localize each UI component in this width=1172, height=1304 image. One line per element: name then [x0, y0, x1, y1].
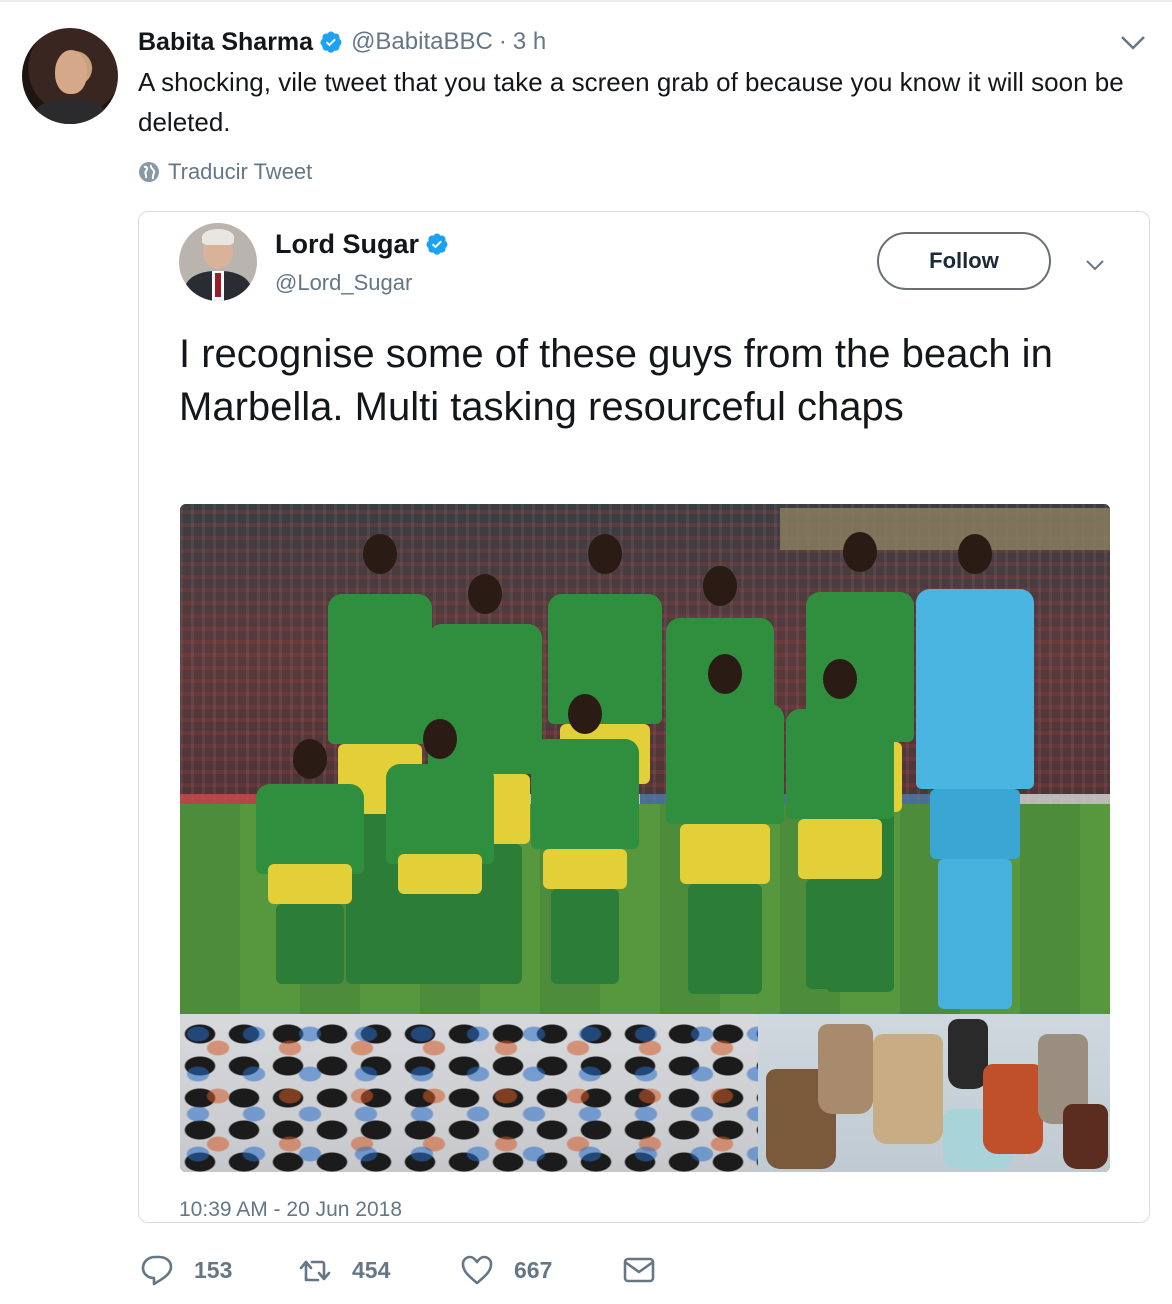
like-button[interactable]: 667: [460, 1250, 552, 1290]
embedded-avatar[interactable]: [179, 223, 257, 301]
player: [250, 739, 370, 989]
like-count: 667: [514, 1256, 553, 1283]
player: [525, 694, 645, 994]
embedded-tweet-text: I recognise some of these guys from the …: [179, 332, 1053, 429]
reply-count: 153: [194, 1256, 233, 1283]
tweet-time[interactable]: 3 h: [513, 28, 546, 56]
globe-icon: [139, 162, 159, 182]
tweet-actions: 153 454 667: [140, 1250, 700, 1290]
sunglasses-display: [180, 1014, 758, 1172]
translate-label: Traducir Tweet: [168, 159, 313, 184]
author-name[interactable]: Babita Sharma: [138, 28, 313, 57]
embedded-timestamp[interactable]: 10:39 AM - 20 Jun 2018: [179, 1198, 402, 1222]
verified-badge-icon: [320, 31, 342, 53]
avatar[interactable]: [22, 28, 118, 124]
envelope-icon: [623, 1257, 655, 1283]
chevron-down-icon[interactable]: [1120, 34, 1146, 52]
retweet-count: 454: [352, 1256, 391, 1283]
separator-dot: ·: [498, 28, 507, 55]
tweet-photo[interactable]: [180, 504, 1110, 1172]
embedded-name-row: Lord Sugar: [275, 228, 449, 260]
follow-button[interactable]: Follow: [877, 232, 1051, 290]
chevron-down-icon[interactable]: [1085, 258, 1105, 272]
retweet-icon: [299, 1260, 331, 1282]
player: [780, 659, 900, 999]
player: [380, 719, 500, 989]
author-handle[interactable]: @BabitaBBC: [351, 28, 493, 56]
retweet-button[interactable]: 454: [298, 1250, 390, 1290]
reply-button[interactable]: 153: [140, 1250, 232, 1290]
verified-badge-icon: [426, 233, 448, 255]
translate-tweet-link[interactable]: Traducir Tweet: [138, 158, 312, 186]
heart-icon: [461, 1255, 493, 1285]
embedded-author-handle[interactable]: @Lord_Sugar: [275, 270, 412, 296]
embedded-author-name[interactable]: Lord Sugar: [275, 229, 419, 260]
tweet-text: A shocking, vile tweet that you take a s…: [138, 67, 1124, 137]
embedded-tweet-card[interactable]: Lord Sugar @Lord_Sugar Follow I recognis…: [138, 211, 1150, 1223]
player: [660, 654, 790, 1004]
tweet-header: Babita Sharma @BabitaBBC · 3 h: [138, 26, 546, 58]
message-button[interactable]: [622, 1250, 656, 1290]
goalkeeper: [910, 534, 1040, 1014]
handbags-display: [758, 1014, 1110, 1172]
reply-icon: [141, 1255, 173, 1286]
top-divider: [0, 0, 1172, 2]
